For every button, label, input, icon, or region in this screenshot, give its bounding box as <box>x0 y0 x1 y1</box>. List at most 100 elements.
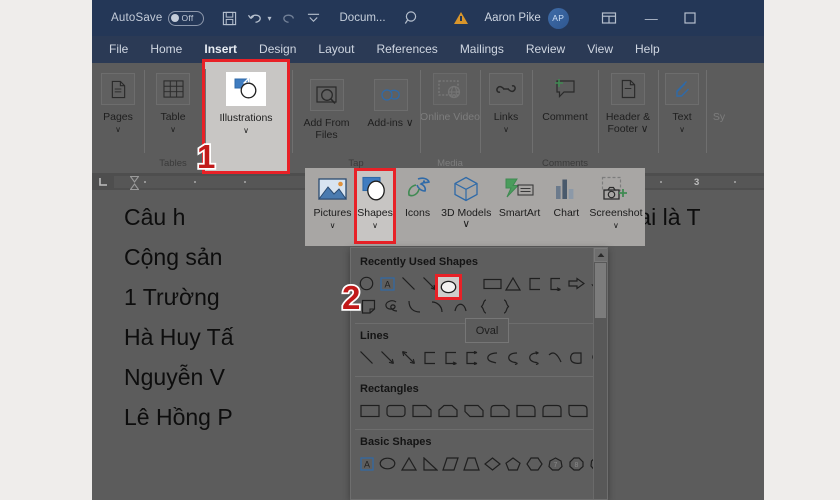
basic-hexagon[interactable] <box>524 453 544 474</box>
curved-arrow-connector[interactable] <box>503 347 523 368</box>
text-button[interactable]: Text ∨ <box>658 67 706 134</box>
icons-button[interactable]: Icons <box>396 171 439 219</box>
shape-line[interactable] <box>399 273 419 294</box>
screenshot-button[interactable]: Screenshot ∨ <box>587 171 645 230</box>
shapes-gallery-dropdown[interactable]: Recently Used Shapes A Lines Rectangles … <box>350 247 608 500</box>
tab-stop-selector[interactable] <box>92 173 114 190</box>
basic-oval[interactable] <box>378 453 398 474</box>
shape-right-brace[interactable] <box>495 296 517 317</box>
rect-round-single-corner[interactable] <box>513 400 538 421</box>
shape-triangle[interactable] <box>503 273 523 294</box>
freeform-shape[interactable] <box>566 347 586 368</box>
pages-button[interactable]: Pages ∨ <box>92 67 144 134</box>
shape-rectangle-wide[interactable] <box>483 273 503 294</box>
basic-parallelogram[interactable] <box>441 453 461 474</box>
search-button[interactable] <box>399 0 425 36</box>
document-title[interactable]: Docum... <box>325 0 391 36</box>
redo-button[interactable] <box>277 0 302 36</box>
shapes-scroll-up-button[interactable] <box>594 248 607 262</box>
shapes-gallery-scrollbar[interactable] <box>593 248 607 499</box>
rect-snip-same-side[interactable] <box>435 400 460 421</box>
line-double-arrow[interactable] <box>399 347 419 368</box>
rect-plain[interactable] <box>357 400 382 421</box>
rect-rounded[interactable] <box>383 400 408 421</box>
rect-round-diagonal[interactable] <box>565 400 590 421</box>
shapes-chevron-down-icon[interactable]: ∨ <box>372 221 378 230</box>
smartart-button[interactable]: SmartArt <box>493 171 545 219</box>
rect-snip-and-round[interactable] <box>487 400 512 421</box>
add-ins-button[interactable]: Add-ins ∨ <box>366 73 416 130</box>
chart-button[interactable]: Chart <box>546 171 587 219</box>
elbow-connector[interactable] <box>420 347 440 368</box>
curved-connector[interactable] <box>483 347 503 368</box>
basic-pentagon[interactable] <box>503 453 523 474</box>
shape-elbow-arrow-connector[interactable] <box>545 273 565 294</box>
shape-oval-selected[interactable] <box>435 274 462 300</box>
warning-indicator[interactable] <box>449 0 473 36</box>
basic-text-box[interactable]: A <box>357 453 377 474</box>
autosave-toggle[interactable]: Off <box>168 10 205 26</box>
autosave-control[interactable]: AutoSave Off <box>92 0 209 36</box>
curve-shape[interactable] <box>545 347 565 368</box>
header-footer-button[interactable]: Header & Footer ∨ <box>598 67 658 135</box>
pages-chevron-down-icon[interactable]: ∨ <box>115 125 121 134</box>
elbow-arrow-connector[interactable] <box>441 347 461 368</box>
undo-button[interactable]: ▾ <box>242 0 276 36</box>
line-plain[interactable] <box>357 347 377 368</box>
account-control[interactable]: Aaron Pike AP <box>473 0 574 36</box>
add-ins-label: Add-ins ∨ <box>367 117 414 129</box>
rect-round-same-side[interactable] <box>539 400 564 421</box>
tab-home[interactable]: Home <box>139 36 193 63</box>
shape-oval-slot[interactable] <box>462 273 482 294</box>
tab-help[interactable]: Help <box>624 36 671 63</box>
basic-octagon[interactable]: 8 <box>566 453 586 474</box>
shapes-button[interactable]: Shapes ∨ <box>354 168 397 244</box>
tab-layout[interactable]: Layout <box>307 36 365 63</box>
add-from-files-button[interactable]: Add From Files <box>297 73 357 141</box>
undo-dropdown-chevron-icon[interactable]: ▾ <box>267 14 271 23</box>
basic-diamond[interactable] <box>483 453 503 474</box>
tab-view[interactable]: View <box>576 36 624 63</box>
pictures-button[interactable]: Pictures ∨ <box>311 171 354 230</box>
save-button[interactable] <box>217 0 242 36</box>
basic-right-triangle[interactable] <box>420 453 440 474</box>
customize-quick-access-button[interactable] <box>302 0 325 36</box>
curved-double-arrow-connector[interactable] <box>524 347 544 368</box>
elbow-double-arrow-connector[interactable] <box>462 347 482 368</box>
comment-button[interactable]: Comment <box>532 67 598 124</box>
3d-models-button[interactable]: 3D Models ∨ <box>439 171 493 230</box>
rect-snip-single-corner[interactable] <box>409 400 434 421</box>
illustrations-button[interactable]: Illustrations ∨ <box>205 66 287 135</box>
screenshot-chevron-down-icon[interactable]: ∨ <box>613 221 619 230</box>
links-chevron-down-icon[interactable]: ∨ <box>503 125 509 134</box>
text-chevron-down-icon[interactable]: ∨ <box>679 125 685 134</box>
shapes-scroll-thumb[interactable] <box>595 263 606 318</box>
table-chevron-down-icon[interactable]: ∨ <box>170 125 176 134</box>
tab-file[interactable]: File <box>98 36 139 63</box>
ribbon-display-options-button[interactable] <box>596 0 622 36</box>
basic-triangle[interactable] <box>399 453 419 474</box>
pictures-chevron-down-icon[interactable]: ∨ <box>330 221 336 230</box>
table-button[interactable]: Table ∨ <box>144 67 202 134</box>
shape-freeform-scribble[interactable] <box>380 296 402 317</box>
restore-button[interactable] <box>679 0 701 36</box>
shape-right-arrow[interactable] <box>566 273 586 294</box>
rect-snip-diagonal[interactable] <box>461 400 486 421</box>
links-button[interactable]: Links ∨ <box>480 67 532 134</box>
tab-mailings[interactable]: Mailings <box>449 36 515 63</box>
shape-text-box[interactable]: A <box>378 273 398 294</box>
shape-curve[interactable] <box>403 296 425 317</box>
illustrations-chevron-down-icon[interactable]: ∨ <box>243 126 249 135</box>
line-arrow[interactable] <box>378 347 398 368</box>
minimize-button[interactable]: — <box>640 0 663 36</box>
symbols-button[interactable]: Sy <box>706 67 732 124</box>
basic-trapezoid[interactable] <box>462 453 482 474</box>
shape-elbow-connector[interactable] <box>524 273 544 294</box>
basic-heptagon[interactable]: 7 <box>545 453 565 474</box>
document-line-2: Cộng sản <box>124 244 223 270</box>
shape-left-brace[interactable] <box>472 296 494 317</box>
avatar[interactable]: AP <box>547 7 569 29</box>
tab-references[interactable]: References <box>365 36 448 63</box>
tab-review[interactable]: Review <box>515 36 576 63</box>
ribbon-group-text: Text ∨ <box>658 63 706 173</box>
